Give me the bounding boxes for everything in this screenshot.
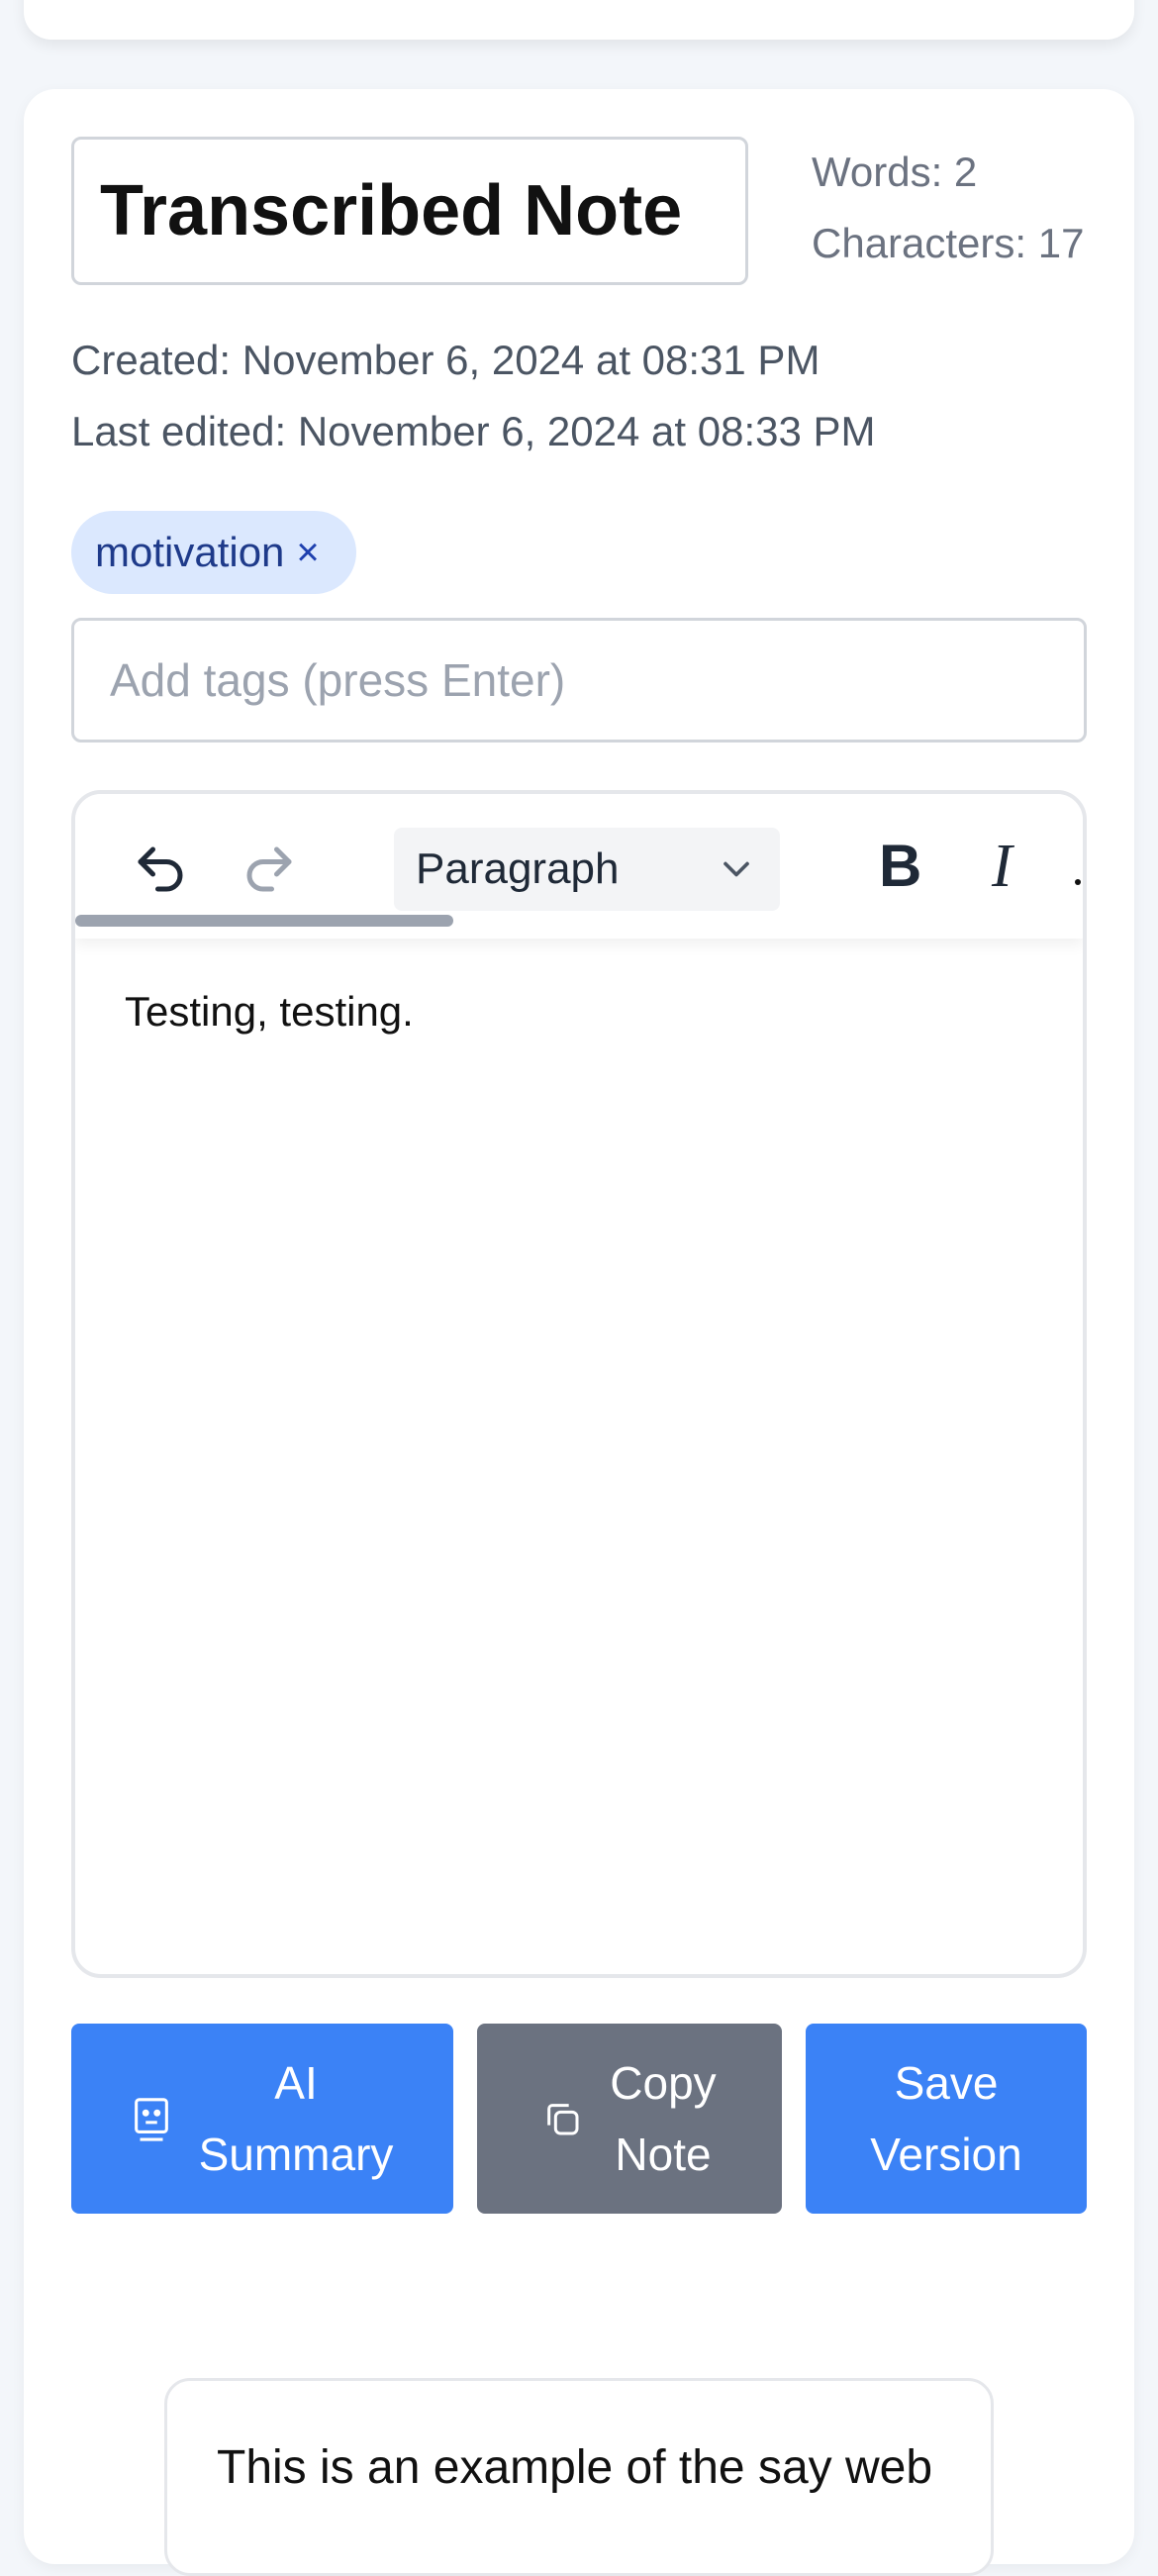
preview-card: This is an example of the say web — [164, 2378, 994, 2576]
copy-note-label-2: Note — [615, 2129, 712, 2180]
chevron-down-icon — [715, 847, 758, 902]
save-version-label-1: Save — [894, 2057, 999, 2109]
block-type-label: Paragraph — [416, 844, 620, 893]
copy-note-button[interactable]: Copy Note — [477, 2024, 782, 2214]
italic-button[interactable]: I — [992, 832, 1013, 902]
editor-toolbar: Paragraph B I — [75, 794, 1083, 939]
undo-icon[interactable] — [131, 840, 190, 899]
preview-text: This is an example of the say web — [217, 2441, 933, 2494]
toolbar-overflow-indicator — [1075, 879, 1081, 885]
note-title-input[interactable]: Transcribed Note — [71, 137, 748, 285]
tag-label: motivation — [95, 529, 285, 575]
tag-chip-motivation: motivation × — [71, 511, 356, 594]
copy-icon — [542, 2099, 582, 2138]
created-date: Created: November 6, 2024 at 08:31 PM — [71, 337, 820, 383]
tag-input[interactable]: Add tags (press Enter) — [71, 618, 1087, 743]
last-edited-date: Last edited: November 6, 2024 at 08:33 P… — [71, 408, 876, 454]
previous-card — [24, 0, 1134, 40]
block-type-select[interactable]: Paragraph — [394, 828, 780, 911]
word-count: Words: 2 — [812, 149, 978, 195]
remove-tag-icon[interactable]: × — [296, 531, 319, 575]
copy-note-label-1: Copy — [610, 2057, 717, 2109]
redo-icon[interactable] — [240, 840, 299, 899]
ai-summary-label-2: Summary — [198, 2129, 394, 2180]
save-version-label-2: Version — [870, 2129, 1022, 2180]
ai-summary-label-1: AI — [274, 2057, 318, 2109]
save-version-button[interactable]: Save Version — [806, 2024, 1087, 2214]
toolbar-scrollbar[interactable] — [75, 915, 453, 927]
bold-button[interactable]: B — [879, 832, 921, 900]
editor-content[interactable]: Testing, testing. — [125, 988, 414, 1036]
rich-text-editor: Paragraph B I Testing, testing. — [71, 790, 1087, 1978]
robot-icon — [132, 2096, 171, 2141]
character-count: Characters: 17 — [812, 220, 1085, 266]
ai-summary-button[interactable]: AI Summary — [71, 2024, 453, 2214]
